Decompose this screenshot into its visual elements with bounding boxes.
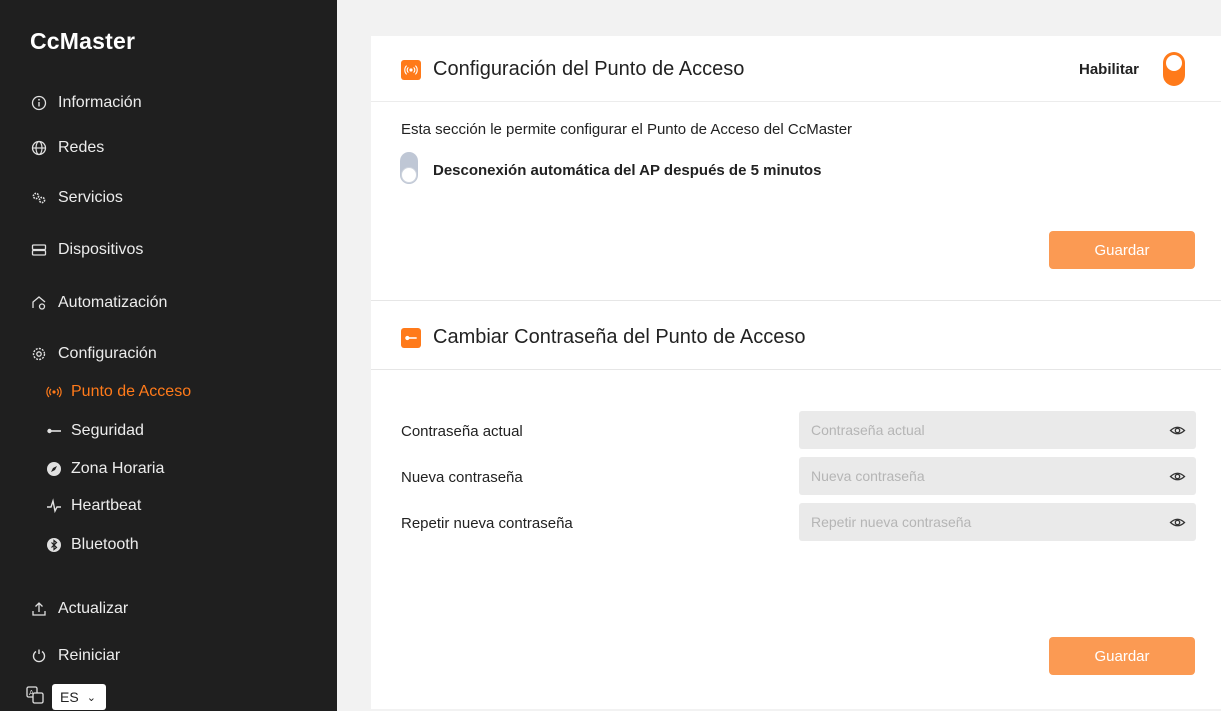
sidebar-item-dispositivos[interactable]: Dispositivos: [30, 241, 143, 259]
sidebar-item-label: Dispositivos: [58, 241, 144, 258]
auto-disconnect-toggle[interactable]: [400, 152, 418, 184]
eye-icon[interactable]: [1169, 468, 1186, 485]
bluetooth-icon: [46, 537, 62, 553]
repeat-password-field[interactable]: Repetir nueva contraseña: [799, 503, 1196, 541]
language-row: A ES ⌄: [26, 684, 106, 710]
sidebar-item-label: Información: [58, 94, 142, 111]
password-section-title: Cambiar Contraseña del Punto de Acceso: [401, 326, 805, 349]
settings-card: Configuración del Punto de Acceso Habili…: [371, 36, 1221, 709]
key-icon: [46, 423, 62, 439]
toggle-knob: [1166, 55, 1182, 71]
automation-icon: [30, 294, 48, 312]
eye-icon[interactable]: [1169, 514, 1186, 531]
new-password-field[interactable]: Nueva contraseña: [799, 457, 1196, 495]
sidebar-item-label: Servicios: [58, 189, 123, 206]
globe-icon: [30, 139, 48, 157]
enable-toggle[interactable]: [1163, 52, 1185, 86]
compass-icon: [46, 461, 62, 477]
server-icon: [30, 241, 48, 259]
sidebar-item-label: Automatización: [58, 294, 168, 311]
sidebar-subitem-bluetooth[interactable]: Bluetooth: [46, 536, 139, 554]
enable-label: Habilitar: [1079, 61, 1140, 78]
section-divider: [371, 369, 1221, 370]
sidebar-subitem-punto-de-acceso[interactable]: Punto de Acceso: [46, 383, 191, 401]
key-icon: [401, 327, 421, 348]
restart-icon: [30, 647, 48, 665]
sidebar-item-reiniciar[interactable]: Reiniciar: [30, 647, 120, 665]
pulse-icon: [46, 498, 62, 514]
sidebar-item-automatizacion[interactable]: Automatización: [30, 294, 167, 312]
new-password-placeholder: Nueva contraseña: [811, 468, 925, 484]
auto-disconnect-label: Desconexión automática del AP después de…: [433, 162, 822, 179]
current-password-label: Contraseña actual: [401, 423, 523, 440]
sidebar-subitem-label: Punto de Acceso: [71, 383, 192, 400]
brand-title: CcMaster: [30, 28, 136, 54]
sidebar-subitem-label: Zona Horaria: [71, 460, 165, 477]
sidebar-subitem-heartbeat[interactable]: Heartbeat: [46, 497, 141, 515]
language-select[interactable]: ES ⌄: [52, 684, 106, 710]
repeat-password-label: Repetir nueva contraseña: [401, 515, 573, 532]
sidebar-item-configuracion[interactable]: Configuración: [30, 345, 157, 363]
new-password-label: Nueva contraseña: [401, 469, 523, 486]
broadcast-icon: [46, 384, 62, 400]
current-password-field[interactable]: Contraseña actual: [799, 411, 1196, 449]
sidebar-item-label: Redes: [58, 139, 105, 156]
language-selected: ES: [60, 689, 79, 705]
sidebar-item-label: Actualizar: [58, 600, 129, 617]
ap-description: Esta sección le permite configurar el Pu…: [401, 121, 853, 138]
sidebar-subitem-label: Heartbeat: [71, 497, 142, 514]
sidebar-item-label: Reiniciar: [58, 647, 121, 664]
translate-icon: A: [26, 685, 44, 709]
sidebar-subitem-label: Bluetooth: [71, 536, 139, 553]
info-icon: [30, 94, 48, 112]
sidebar-item-servicios[interactable]: Servicios: [30, 189, 123, 207]
save-ap-button[interactable]: Guardar: [1049, 231, 1195, 269]
svg-text:A: A: [29, 689, 34, 697]
ap-section-title: Configuración del Punto de Acceso: [401, 58, 744, 81]
current-password-placeholder: Contraseña actual: [811, 422, 925, 438]
upload-icon: [30, 600, 48, 618]
sidebar-subitem-seguridad[interactable]: Seguridad: [46, 422, 144, 440]
ap-section-header: Configuración del Punto de Acceso Habili…: [371, 36, 1221, 102]
password-section-title-text: Cambiar Contraseña del Punto de Acceso: [433, 326, 806, 348]
sidebar-item-informacion[interactable]: Información: [30, 94, 142, 112]
sidebar: CcMaster Información Redes Servicios Dis…: [0, 0, 337, 711]
toggle-knob: [401, 167, 417, 183]
eye-icon[interactable]: [1169, 422, 1186, 439]
repeat-password-placeholder: Repetir nueva contraseña: [811, 514, 972, 530]
sidebar-item-actualizar[interactable]: Actualizar: [30, 600, 128, 618]
gears-icon: [30, 189, 48, 207]
chevron-down-icon: ⌄: [86, 691, 96, 704]
ap-section-title-text: Configuración del Punto de Acceso: [433, 58, 745, 80]
sidebar-item-redes[interactable]: Redes: [30, 139, 104, 157]
broadcast-icon: [401, 59, 421, 80]
settings-icon: [30, 345, 48, 363]
section-divider: [371, 300, 1221, 301]
sidebar-subitem-zona-horaria[interactable]: Zona Horaria: [46, 460, 164, 478]
sidebar-item-label: Configuración: [58, 345, 157, 362]
sidebar-subitem-label: Seguridad: [71, 422, 144, 439]
save-password-button[interactable]: Guardar: [1049, 637, 1195, 675]
